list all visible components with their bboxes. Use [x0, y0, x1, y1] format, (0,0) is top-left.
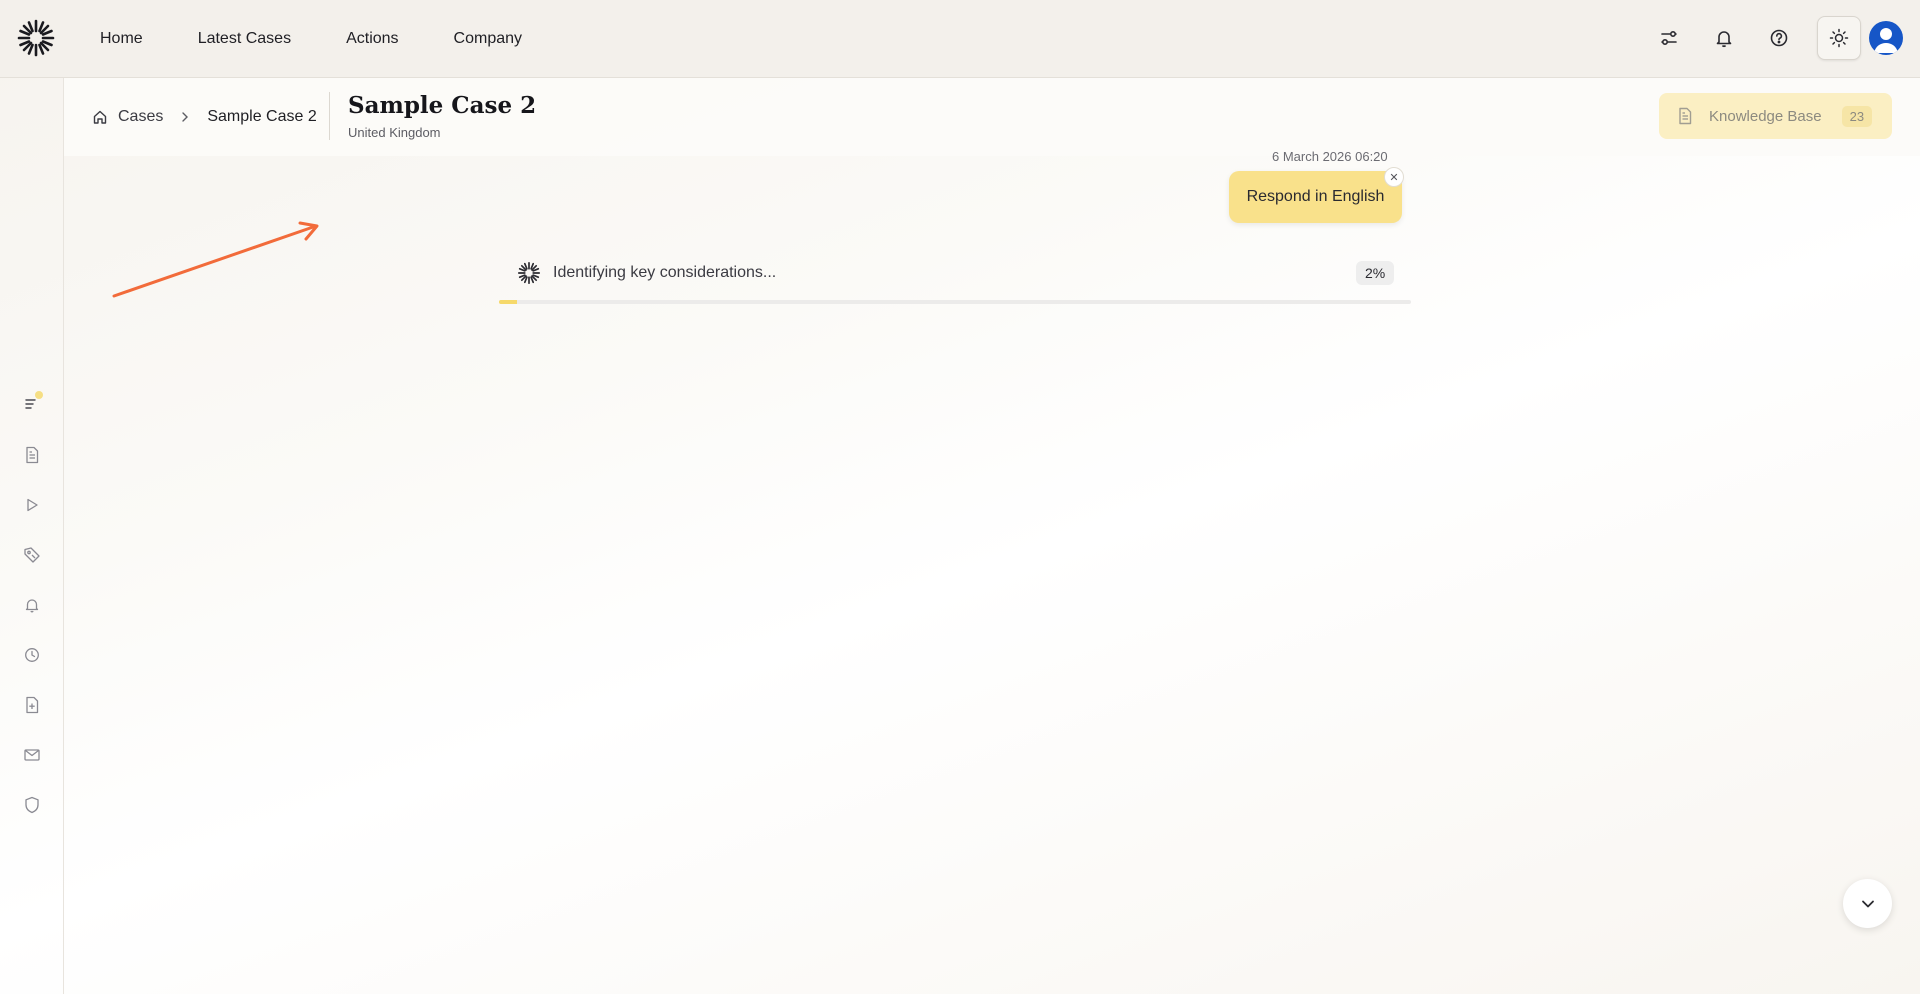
scroll-to-bottom-button[interactable] — [1843, 879, 1892, 928]
theme-toggle-button[interactable] — [1817, 16, 1861, 60]
loading-spinner-icon — [517, 261, 541, 285]
case-country: United Kingdom — [348, 125, 441, 140]
document-icon — [1677, 107, 1693, 125]
top-bar: Home Latest Cases Actions Company — [0, 0, 1920, 78]
knowledge-base-button[interactable]: Knowledge Base 23 — [1659, 93, 1892, 139]
chevron-right-icon — [181, 111, 189, 123]
main-nav: Home Latest Cases Actions Company — [100, 0, 522, 78]
annotation-arrow — [110, 218, 326, 302]
nav-company[interactable]: Company — [454, 30, 522, 48]
home-icon[interactable] — [92, 109, 108, 125]
file-plus-icon[interactable] — [22, 695, 42, 715]
app-logo[interactable] — [16, 18, 56, 58]
respond-language-chip[interactable]: Respond in English — [1229, 171, 1402, 223]
knowledge-base-count: 23 — [1841, 105, 1873, 127]
nav-latest-cases[interactable]: Latest Cases — [198, 30, 291, 48]
play-icon[interactable] — [22, 495, 42, 515]
notification-dot — [35, 391, 43, 399]
help-icon[interactable] — [1767, 26, 1791, 50]
sun-icon — [1829, 28, 1849, 48]
progress-label: Identifying key considerations... — [553, 264, 777, 281]
header-divider — [329, 92, 330, 140]
progress-bar — [499, 300, 1411, 304]
bell-icon[interactable] — [1712, 26, 1736, 50]
mail-icon[interactable] — [22, 745, 42, 765]
filters-icon[interactable] — [1657, 26, 1681, 50]
shield-icon[interactable] — [22, 795, 42, 815]
left-sidebar — [0, 78, 64, 994]
progress-percent: 2% — [1356, 261, 1395, 285]
breadcrumb-cases[interactable]: Cases — [118, 108, 163, 126]
chip-label: Respond in English — [1246, 188, 1385, 205]
breadcrumb-current: Sample Case 2 — [207, 108, 317, 125]
breadcrumb: Cases Sample Case 2 — [92, 78, 317, 156]
case-header: Cases Sample Case 2 Sample Case 2 United… — [64, 78, 1920, 156]
nav-actions[interactable]: Actions — [346, 30, 398, 48]
bell-icon[interactable] — [22, 595, 42, 615]
knowledge-base-label: Knowledge Base — [1709, 107, 1822, 125]
chevron-down-icon — [1860, 899, 1876, 909]
message-timestamp: 6 March 2026 06:20 — [1272, 149, 1388, 164]
avatar[interactable] — [1869, 21, 1903, 55]
document-icon[interactable] — [22, 445, 42, 465]
page-title: Sample Case 2 — [348, 92, 537, 119]
clock-icon[interactable] — [22, 645, 42, 665]
progress-status: Identifying key considerations... — [517, 259, 776, 287]
nav-home[interactable]: Home — [100, 30, 143, 48]
progress-bar-fill — [499, 300, 518, 304]
close-icon[interactable]: ✕ — [1384, 167, 1404, 187]
tag-icon[interactable] — [22, 545, 42, 565]
